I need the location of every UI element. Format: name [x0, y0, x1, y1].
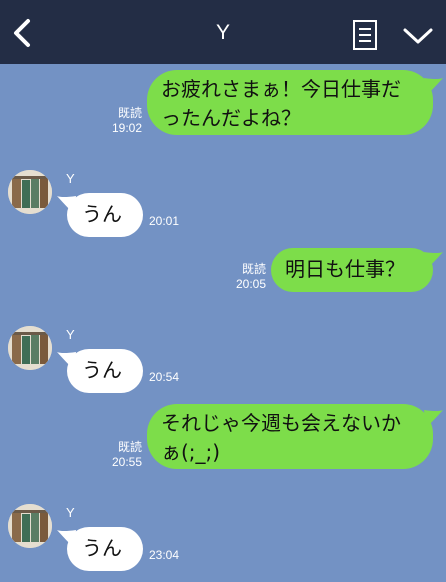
sender-name: Y — [66, 171, 75, 186]
bubble-tail — [424, 252, 443, 270]
menu-button[interactable] — [401, 24, 435, 48]
sender-name: Y — [66, 505, 75, 520]
chat-header: Y — [0, 0, 446, 64]
message-time: 20:54 — [149, 370, 180, 384]
chevron-left-icon — [14, 19, 30, 47]
message-time: 20:01 — [149, 214, 180, 228]
bubble-tail — [424, 78, 443, 96]
read-receipt: 既読 19:02 — [100, 106, 142, 136]
avatar-image — [8, 504, 52, 548]
avatar[interactable] — [8, 326, 52, 370]
bubble-tail — [57, 352, 76, 370]
message-text: ったんだよね？ — [161, 106, 301, 130]
sent-message-bubble[interactable]: 明日も仕事？ — [271, 248, 433, 292]
chevron-down-icon — [403, 28, 433, 44]
sent-message-bubble[interactable]: それじゃ今週も会えないか ぁ(;_;) — [147, 404, 433, 469]
message-text: うん — [82, 202, 122, 226]
sender-name: Y — [66, 327, 75, 342]
notes-button[interactable] — [350, 18, 380, 52]
bubble-tail — [57, 530, 76, 548]
received-message-bubble[interactable]: うん — [67, 527, 143, 571]
message-time: 19:02 — [111, 121, 142, 135]
bubble-tail — [424, 410, 443, 428]
message-time: 20:55 — [111, 455, 142, 469]
bubble-tail — [57, 196, 76, 214]
message-text: それじゃ今週も会えないか — [161, 411, 401, 435]
notes-icon — [353, 20, 377, 50]
received-message-bubble[interactable]: うん — [67, 349, 143, 393]
message-time: 23:04 — [149, 548, 180, 562]
back-button[interactable] — [8, 14, 38, 52]
message-text: うん — [82, 536, 122, 560]
message-time: 20:05 — [235, 277, 266, 291]
message-text: ぁ(;_;) — [161, 440, 221, 464]
message-text: うん — [82, 358, 122, 382]
avatar[interactable] — [8, 170, 52, 214]
message-text: お疲れさまぁ！今日仕事だ — [161, 77, 401, 101]
read-receipt: 既読 20:55 — [100, 440, 142, 470]
avatar-image — [8, 326, 52, 370]
sent-message-bubble[interactable]: お疲れさまぁ！今日仕事だ ったんだよね？ — [147, 70, 433, 135]
chat-title: Y — [215, 21, 230, 44]
avatar-image — [8, 170, 52, 214]
received-message-bubble[interactable]: うん — [67, 193, 143, 237]
avatar[interactable] — [8, 504, 52, 548]
read-receipt: 既読 20:05 — [224, 262, 266, 292]
message-text: 明日も仕事？ — [285, 257, 405, 281]
